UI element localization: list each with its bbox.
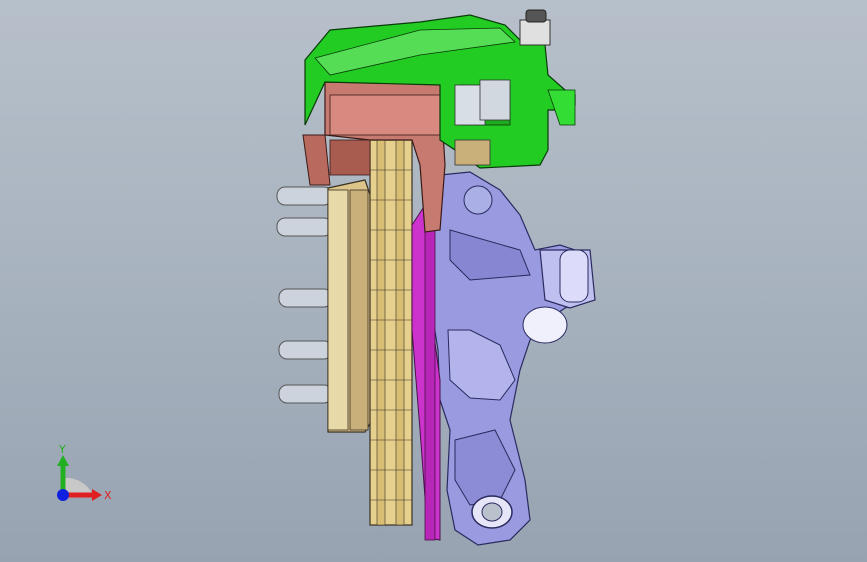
brake-rotor[interactable] — [369, 139, 413, 526]
hub[interactable] — [327, 179, 373, 433]
brake-assembly-model[interactable]: Y X — [0, 0, 867, 562]
graphics-viewport[interactable]: Y X — [0, 0, 867, 562]
z-axis-icon — [57, 489, 69, 501]
steering-knuckle[interactable] — [429, 171, 596, 546]
wheel-studs[interactable] — [276, 186, 333, 404]
axis-triad: Y X — [57, 443, 112, 502]
triad-x-label: X — [104, 489, 112, 502]
triad-y-label: Y — [58, 443, 66, 456]
